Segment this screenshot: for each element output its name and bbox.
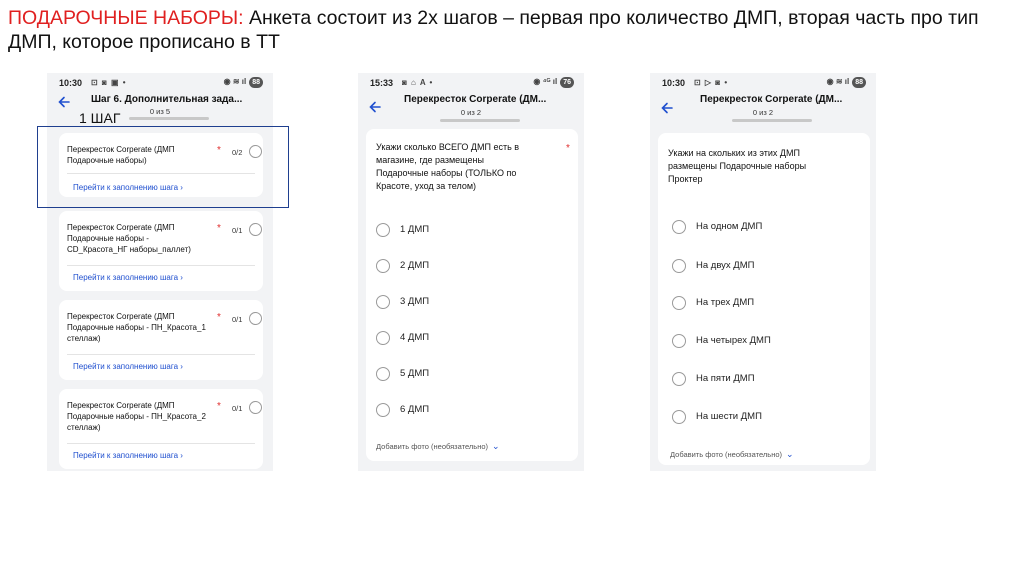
answer-label: 6 ДМП — [400, 404, 430, 415]
slide-title-lead: ПОДАРОЧНЫЕ НАБОРЫ: — [8, 7, 244, 29]
answer-label: 4 ДМП — [400, 332, 430, 343]
answer-label: 5 ДМП — [400, 368, 430, 379]
radio-button[interactable] — [672, 334, 686, 348]
radio-button[interactable] — [672, 372, 686, 386]
add-photo-toggle[interactable]: Добавить фото (необязательно) ⌄ — [376, 441, 500, 452]
question-card: Укажи сколько ВСЕГО ДМП есть в магазине,… — [366, 129, 578, 461]
slide-title: ПОДАРОЧНЫЕ НАБОРЫ: Анкета состоит из 2х … — [8, 6, 1008, 54]
screen-title: Шаг 6. Дополнительная зада... — [91, 94, 243, 105]
radio-button[interactable] — [376, 295, 390, 309]
chevron-down-icon: ⌄ — [492, 441, 500, 451]
signal-icons: ◉ ≋ ıl 88 — [827, 77, 866, 88]
progress-bar — [732, 119, 812, 122]
app-bar: Перекресток Corperate (ДМ... 0 из 2 — [358, 91, 584, 119]
signal-icons-text: ◉ ⁴ᴳ ıl — [533, 77, 558, 86]
status-time: 10:30 — [662, 78, 686, 88]
status-bar: 10:30 ⊡ ◙ ▣ • ◉ ≋ ıl 88 — [47, 73, 273, 93]
step-1-label: 1 ШАГ — [79, 110, 121, 126]
go-to-step-link[interactable]: Перейти к заполнению шага › — [73, 451, 183, 460]
signal-icons: ◉ ≋ ıl 88 — [224, 77, 263, 88]
answer-label: 1 ДМП — [400, 224, 430, 235]
add-photo-toggle[interactable]: Добавить фото (необязательно) ⌄ — [670, 449, 794, 460]
step-card-count: 0/1 — [232, 315, 243, 324]
required-asterisk: * — [217, 312, 221, 323]
go-to-step-link[interactable]: Перейти к заполнению шага › — [73, 362, 183, 371]
step-card-title: Перекресток Corperate (ДМП Подарочные на… — [67, 401, 206, 432]
step-card-radio[interactable] — [249, 223, 262, 236]
app-bar: Перекресток Corperate (ДМ... 0 из 2 — [650, 91, 876, 119]
divider — [67, 354, 255, 355]
step-card-title: Перекресток Corperate (ДМП Подарочные на… — [67, 312, 206, 343]
radio-button[interactable] — [376, 403, 390, 417]
go-to-step-link[interactable]: Перейти к заполнению шага › — [73, 273, 183, 282]
radio-button[interactable] — [672, 259, 686, 273]
question-text: Укажи на скольких из этих ДМП размещены … — [668, 148, 807, 184]
battery-icon: 76 — [560, 77, 574, 88]
required-asterisk: * — [217, 223, 221, 234]
radio-button[interactable] — [376, 367, 390, 381]
notification-icons: ⊡ ◙ ▣ • — [91, 78, 127, 87]
required-asterisk: * — [566, 143, 570, 154]
answer-label: На трех ДМП — [696, 297, 755, 308]
step-card-radio[interactable] — [249, 312, 262, 325]
signal-icons-text: ◉ ≋ ıl — [826, 77, 850, 86]
answer-label: На четырех ДМП — [696, 335, 771, 346]
radio-button[interactable] — [672, 296, 686, 310]
step-counter: 0 из 2 — [460, 108, 482, 117]
radio-button[interactable] — [376, 259, 390, 273]
battery-icon: 88 — [249, 77, 263, 88]
radio-button[interactable] — [376, 223, 390, 237]
divider — [67, 265, 255, 266]
notification-icons: ⊡ ▷ ◙ • — [694, 78, 729, 87]
radio-button[interactable] — [672, 220, 686, 234]
status-time: 10:30 — [59, 78, 83, 88]
answer-label: На двух ДМП — [696, 260, 755, 271]
answer-label: На шести ДМП — [696, 411, 762, 422]
progress-bar — [440, 119, 520, 122]
signal-icons: ◉ ⁴ᴳ ıl 76 — [533, 77, 574, 88]
answer-label: На одном ДМП — [696, 221, 763, 232]
step-card-count: 0/1 — [232, 226, 243, 235]
status-time: 15:33 — [370, 78, 394, 88]
status-bar: 10:30 ⊡ ▷ ◙ • ◉ ≋ ıl 88 — [650, 73, 876, 93]
question-card: Укажи на скольких из этих ДМП размещены … — [658, 133, 870, 465]
add-photo-label: Добавить фото (необязательно) — [670, 450, 782, 459]
divider — [67, 443, 255, 444]
step-card-radio[interactable] — [249, 401, 262, 414]
signal-icons-text: ◉ ≋ ıl — [223, 77, 247, 86]
step-card: Перекресток Corperate (ДМП Подарочные на… — [59, 389, 263, 469]
notification-icons: ◙ ⌂ A • — [402, 78, 434, 87]
screen-title: Перекресток Corperate (ДМ... — [700, 94, 843, 105]
progress-bar — [129, 117, 209, 120]
status-bar: 15:33 ◙ ⌂ A • ◉ ⁴ᴳ ıl 76 — [358, 73, 584, 93]
step-card: Перекресток Corperate (ДМП Подарочные на… — [59, 211, 263, 291]
battery-icon: 88 — [852, 77, 866, 88]
radio-button[interactable] — [672, 410, 686, 424]
step-1-highlight-box — [37, 126, 289, 208]
answer-label: 2 ДМП — [400, 260, 430, 271]
step-card-count: 0/1 — [232, 404, 243, 413]
screen-title: Перекресток Corperate (ДМ... — [404, 94, 547, 105]
answer-label: На пяти ДМП — [696, 373, 755, 384]
required-asterisk: * — [217, 401, 221, 412]
phone-screen-question-2: 10:30 ⊡ ▷ ◙ • ◉ ≋ ıl 88 Перекресток Corpe… — [650, 73, 876, 471]
answer-label: 3 ДМП — [400, 296, 430, 307]
question-text: Укажи сколько ВСЕГО ДМП есть в магазине,… — [376, 142, 520, 191]
phone-screen-question-1: 15:33 ◙ ⌂ A • ◉ ⁴ᴳ ıl 76 Перекресток Corp… — [358, 73, 584, 471]
radio-button[interactable] — [376, 331, 390, 345]
step-counter: 0 из 2 — [752, 108, 774, 117]
step-card: Перекресток Corperate (ДМП Подарочные на… — [59, 300, 263, 380]
step-card-title: Перекресток Corperate (ДМП Подарочные на… — [67, 223, 191, 254]
add-photo-label: Добавить фото (необязательно) — [376, 442, 488, 451]
chevron-down-icon: ⌄ — [786, 449, 794, 459]
